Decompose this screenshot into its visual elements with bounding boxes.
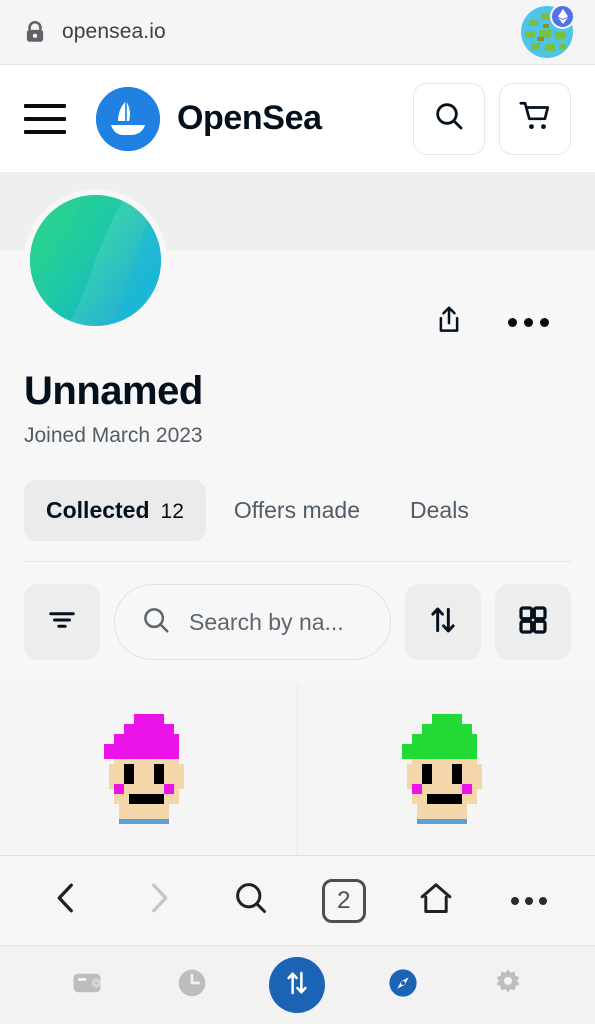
- profile-joined-date: Joined March 2023: [24, 424, 203, 447]
- tab-switcher-button[interactable]: 2: [312, 869, 376, 933]
- tab-label: Deals: [410, 497, 469, 523]
- pixel-punk-green-hat: [387, 704, 507, 839]
- globe-icon: [521, 6, 573, 62]
- tab-collected[interactable]: Collected 12: [24, 480, 206, 541]
- profile-section: Unnamed Joined March 2023: [0, 189, 595, 448]
- home-icon: [418, 880, 454, 921]
- back-button[interactable]: [34, 869, 98, 933]
- tab-offers-made[interactable]: Offers made: [212, 480, 382, 541]
- search-icon: [433, 100, 465, 137]
- grid-view-icon: [517, 604, 549, 641]
- site-header: OpenSea: [0, 65, 595, 173]
- back-icon: [48, 880, 84, 921]
- avatar-image: [30, 195, 161, 326]
- tab-count: 12: [160, 500, 184, 523]
- compass-icon: [386, 966, 420, 1005]
- settings-gear-icon: [492, 967, 524, 1004]
- nft-card[interactable]: [0, 682, 297, 855]
- forward-icon: [141, 880, 177, 921]
- phone-screen: opensea.io OpenSea Unnamed Joined March …: [0, 0, 595, 1024]
- brand-name: OpenSea: [177, 99, 322, 137]
- header-search-button[interactable]: [413, 82, 485, 155]
- cart-icon: [518, 99, 552, 138]
- opensea-ship-icon: [96, 86, 160, 151]
- share-button[interactable]: [434, 305, 464, 340]
- tab-count-badge: 2: [321, 878, 366, 923]
- forward-button: [127, 869, 191, 933]
- nft-card[interactable]: [298, 682, 595, 855]
- nft-grid: [0, 682, 595, 855]
- history-clock-icon: [175, 966, 209, 1005]
- dock-settings-button[interactable]: [480, 957, 536, 1013]
- swap-arrows-icon: [282, 968, 312, 1003]
- profile-tabs: Collected 12 Offers made Deals: [0, 480, 595, 541]
- browser-search-button[interactable]: [219, 869, 283, 933]
- profile-more-button[interactable]: [508, 317, 549, 327]
- url-text: opensea.io: [62, 20, 166, 43]
- tab-label: Collected: [46, 497, 150, 523]
- more-icon: [524, 317, 533, 327]
- search-placeholder: Search by na...: [189, 608, 344, 635]
- search-input[interactable]: Search by na...: [114, 584, 391, 660]
- search-icon: [141, 605, 171, 640]
- search-icon: [233, 880, 269, 921]
- page-title: Unnamed: [24, 369, 203, 413]
- more-icon: [540, 317, 549, 327]
- dock-history-button[interactable]: [164, 957, 220, 1013]
- lock-icon: [22, 19, 48, 45]
- hamburger-icon[interactable]: [24, 103, 66, 134]
- tab-label: Offers made: [233, 497, 361, 523]
- collection-toolbar: Search by na...: [0, 562, 595, 660]
- share-icon: [434, 305, 464, 340]
- sort-button[interactable]: [405, 584, 481, 660]
- site-favicon: [521, 4, 575, 58]
- view-toggle-button[interactable]: [495, 584, 571, 660]
- browser-url-bar[interactable]: opensea.io: [0, 0, 595, 65]
- opensea-logo[interactable]: OpenSea: [96, 86, 322, 151]
- pixel-punk-magenta-hat: [89, 704, 209, 839]
- dock-wallet-button[interactable]: [59, 957, 115, 1013]
- dock-browser-button[interactable]: [375, 957, 431, 1013]
- sort-arrows-icon: [427, 604, 459, 641]
- more-icon: [508, 317, 517, 327]
- browser-menu-button[interactable]: [497, 869, 561, 933]
- tab-deals[interactable]: Deals: [388, 480, 491, 541]
- avatar[interactable]: [24, 189, 167, 332]
- cart-button[interactable]: [499, 82, 571, 155]
- dock-swap-button[interactable]: [269, 957, 326, 1013]
- app-dock: [0, 945, 595, 1024]
- wallet-icon: [70, 966, 104, 1005]
- filter-icon: [47, 605, 77, 640]
- ethereum-icon: [550, 4, 575, 29]
- home-button[interactable]: [404, 869, 468, 933]
- filter-button[interactable]: [24, 584, 100, 660]
- browser-navigation-bar: 2: [0, 855, 595, 945]
- more-icon: [510, 896, 547, 905]
